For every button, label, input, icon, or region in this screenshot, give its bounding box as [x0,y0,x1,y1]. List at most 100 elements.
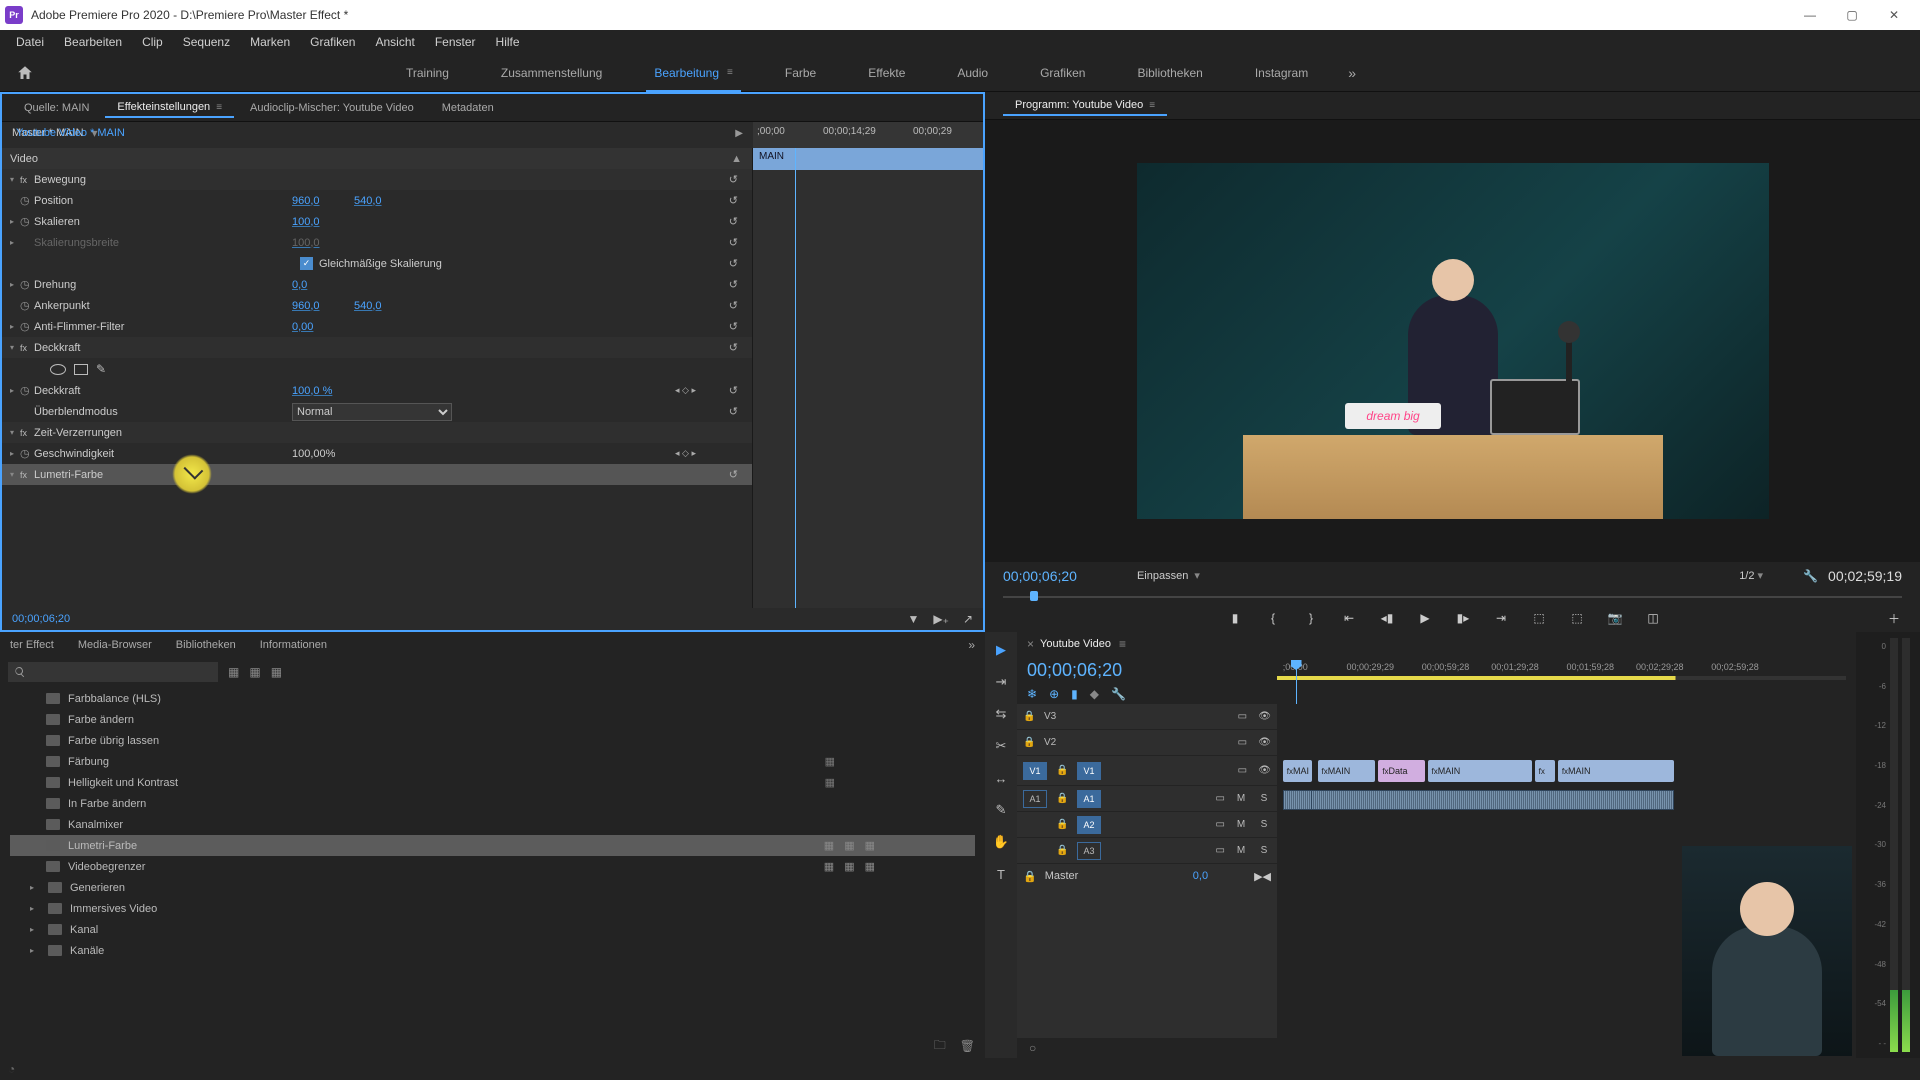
rect-mask-icon[interactable] [74,364,88,375]
fx-toggle-icon[interactable]: fx [20,343,34,353]
speed-value[interactable]: 100,00% [292,448,335,460]
menu-sequenz[interactable]: Sequenz [173,32,240,52]
button-editor-icon[interactable]: ＋ [1886,610,1902,627]
program-scrubber[interactable] [1003,591,1902,603]
stopwatch-icon[interactable]: ◷ [20,278,34,291]
position-y[interactable]: 540,0 [354,195,382,207]
fx-toggle-icon[interactable]: fx [20,470,34,480]
fx-mini-timeline[interactable]: ;00;00 00;00;14;29 00;00;29 [753,122,983,148]
reset-icon[interactable]: ↺ [729,299,738,312]
workspace-audio[interactable]: Audio [931,54,1014,92]
workspace-bibliotheken[interactable]: Bibliotheken [1111,54,1228,92]
type-tool-icon[interactable]: T [991,864,1011,884]
maximize-button[interactable]: ▢ [1831,3,1873,28]
workspace-overflow[interactable]: » [1334,65,1370,81]
timeline-zoom-out[interactable]: ○ [1029,1041,1036,1055]
mark-out-icon[interactable]: } [1303,611,1319,625]
menu-datei[interactable]: Datei [6,32,54,52]
effect-item-lumetri[interactable]: Lumetri-Farbe▦▦▦ [10,835,975,856]
reset-icon[interactable]: ↺ [729,320,738,333]
minimize-button[interactable]: — [1789,3,1831,28]
zoom-fit-select[interactable]: Einpassen▾ [1137,569,1200,582]
effect-folder[interactable]: ▸Immersives Video [10,898,975,919]
settings-icon[interactable]: 🔧 [1803,569,1818,583]
keyframe-nav[interactable]: ◂ ◇ ▸ [675,448,696,459]
fx-lumetri[interactable]: Lumetri-Farbe [34,469,103,481]
menu-grafiken[interactable]: Grafiken [300,32,365,52]
workspace-effekte[interactable]: Effekte [842,54,931,92]
stopwatch-icon[interactable]: ◷ [20,320,34,333]
pen-tool-icon[interactable]: ✎ [991,800,1011,820]
workspace-grafiken[interactable]: Grafiken [1014,54,1111,92]
new-bin-icon[interactable]: 🗀 [934,1036,946,1057]
lift-icon[interactable]: ⬚ [1531,611,1547,625]
resolution-select[interactable]: 1/2 ▾ [1739,569,1763,582]
ripple-tool-icon[interactable]: ⇆ [991,704,1011,724]
stopwatch-icon[interactable]: ◷ [20,299,34,312]
tab-informationen[interactable]: Informationen [260,639,327,651]
effect-item[interactable]: Färbung▦ [10,751,975,772]
reset-icon[interactable]: ↺ [729,173,738,186]
fx-show-icon[interactable]: ▶₊ [933,612,949,626]
fx-mini-clip[interactable]: MAIN [753,148,983,170]
close-sequence-icon[interactable]: × [1027,637,1034,651]
ellipse-mask-icon[interactable] [50,364,66,375]
marker-icon[interactable]: ▮ [1071,687,1078,701]
reset-icon[interactable]: ↺ [729,257,738,270]
program-viewport[interactable]: dream big [985,120,1920,562]
reset-icon[interactable]: ↺ [729,215,738,228]
track-select-tool-icon[interactable]: ⇥ [991,672,1011,692]
reset-icon[interactable]: ↺ [729,194,738,207]
mark-in-icon[interactable]: { [1265,611,1281,625]
effect-item[interactable]: In Farbe ändern [10,793,975,814]
reset-icon[interactable]: ↺ [729,341,738,354]
step-fwd-icon[interactable]: ▮▸ [1455,611,1471,625]
track-header-a3[interactable]: 🔒A3▭MS🎙 [1017,838,1277,864]
uniform-checkbox[interactable]: ✓ [300,257,313,270]
audio-clip[interactable] [1283,790,1674,810]
reset-icon[interactable]: ↺ [729,384,738,397]
tab-bibliotheken[interactable]: Bibliotheken [176,639,236,651]
slip-tool-icon[interactable]: ↔ [991,768,1011,788]
fx-filter-icon[interactable]: ▼ [907,612,919,626]
compare-icon[interactable]: ◫ [1645,611,1661,625]
tab-audio-mixer[interactable]: Audioclip-Mischer: Youtube Video [238,99,426,117]
tabs-overflow[interactable]: » [968,638,975,652]
clip[interactable]: fx MAIN [1558,760,1674,782]
timeline-ruler[interactable]: ;00;00 00;00;29;29 00;00;59;28 00;01;29;… [1277,656,1856,704]
menu-hilfe[interactable]: Hilfe [486,32,530,52]
stopwatch-icon[interactable]: ◷ [20,447,34,460]
play-icon[interactable]: ▶ [1417,611,1433,625]
position-x[interactable]: 960,0 [292,195,320,207]
preset-icon[interactable]: ▦ [271,665,282,679]
wrench-icon[interactable]: 🔧 [1111,687,1126,701]
workspace-zusammenstellung[interactable]: Zusammenstellung [475,54,628,92]
program-timecode[interactable]: 00;00;06;20 [1003,568,1077,584]
fx-export-icon[interactable]: ↗ [963,612,973,626]
fx-foot-timecode[interactable]: 00;00;06;20 [12,613,70,625]
drehung-value[interactable]: 0,0 [292,279,307,291]
keyframe-nav[interactable]: ◂ ◇ ▸ [675,385,696,396]
effect-item[interactable]: Farbe übrig lassen [10,730,975,751]
effect-item[interactable]: Kanalmixer [10,814,975,835]
skalieren-value[interactable]: 100,0 [292,216,320,228]
workspace-training[interactable]: Training [380,54,475,92]
menu-ansicht[interactable]: Ansicht [365,32,424,52]
timeline-timecode[interactable]: 00;00;06;20 [1027,660,1267,681]
preset-icon[interactable]: ▦ [228,665,239,679]
clip[interactable]: fx MAIN [1318,760,1376,782]
snap-icon[interactable]: ❄ [1027,687,1037,701]
sequence-tab[interactable]: Youtube Video [1040,638,1111,650]
fx-toggle-icon[interactable]: fx [20,428,34,438]
effect-item[interactable]: Farbe ändern [10,709,975,730]
fx-keyframe-area[interactable]: MAIN [753,148,983,608]
close-button[interactable]: ✕ [1873,3,1915,28]
effect-item[interactable]: Videobegrenzer▦▦▦ [10,856,975,877]
preset-icon[interactable]: ▦ [249,665,260,679]
clip[interactable]: fx [1535,760,1555,782]
deckkraft-value[interactable]: 100,0 % [292,385,332,397]
extract-icon[interactable]: ⬚ [1569,611,1585,625]
audio-clip[interactable] [1283,790,1312,810]
tab-effect-controls[interactable]: Effekteinstellungen≡ [105,98,234,118]
fx-playhead[interactable] [795,148,796,608]
